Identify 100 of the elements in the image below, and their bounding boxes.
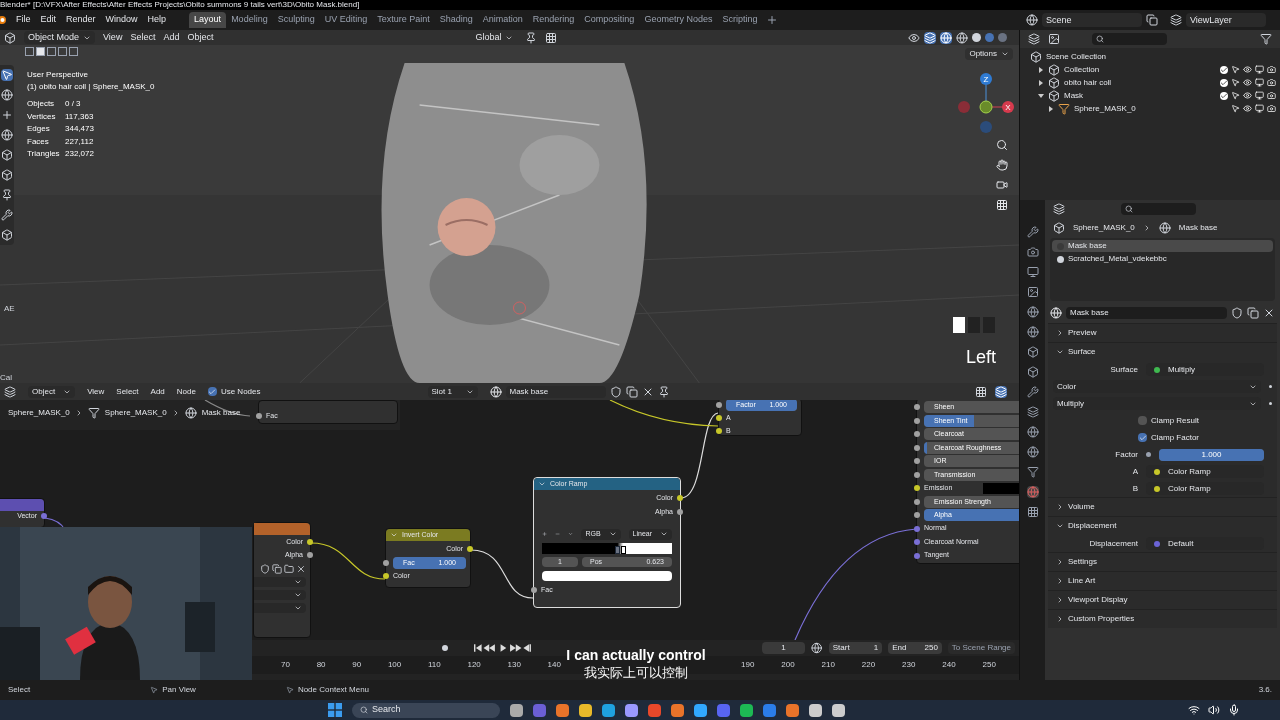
- outliner-item[interactable]: Scene Collection: [1046, 50, 1107, 63]
- workspace-tab[interactable]: Compositing: [579, 12, 640, 28]
- orientation-dropdown[interactable]: Global: [471, 30, 518, 45]
- app-icon[interactable]: [602, 703, 615, 717]
- visibility-icon[interactable]: [1243, 78, 1252, 87]
- app-icon[interactable]: [832, 703, 845, 717]
- select-tool-icon[interactable]: [1, 69, 13, 81]
- workspace-tab[interactable]: Animation: [477, 12, 528, 28]
- checkbox[interactable]: Clamp Factor: [1138, 431, 1199, 444]
- socket-field[interactable]: Color Ramp: [1146, 482, 1264, 495]
- workspace-tab[interactable]: Scripting: [717, 12, 763, 28]
- app-icon[interactable]: [556, 703, 569, 717]
- color-ramp[interactable]: [542, 542, 672, 554]
- collapse-arrow-icon[interactable]: [1038, 92, 1044, 99]
- app-icon[interactable]: [740, 703, 753, 717]
- workspace-tab[interactable]: UV Editing: [319, 12, 373, 28]
- expand-arrow-icon[interactable]: [1048, 105, 1054, 112]
- panel-header[interactable]: Settings: [1048, 553, 1277, 571]
- blender-logo-icon[interactable]: [0, 15, 7, 25]
- workspace-tab[interactable]: Shading: [434, 12, 478, 28]
- node-dropdown[interactable]: [254, 590, 306, 600]
- panel-header[interactable]: Displacement: [1048, 517, 1277, 535]
- socket-field[interactable]: Color Ramp: [1146, 465, 1264, 478]
- exclude-checkbox[interactable]: [1220, 91, 1228, 100]
- menu-item[interactable]: Select: [116, 385, 139, 398]
- socket-field[interactable]: Multiply: [1146, 363, 1264, 376]
- workspace-tab[interactable]: Modeling: [226, 12, 273, 28]
- render-toggle-icon[interactable]: [1267, 91, 1276, 100]
- solid-shading-icon[interactable]: [972, 33, 981, 42]
- grid-icon[interactable]: [545, 31, 558, 44]
- zoom-icon[interactable]: [996, 139, 1008, 151]
- visibility-icon[interactable]: [1243, 104, 1252, 113]
- app-icon[interactable]: [510, 703, 523, 717]
- dropdown[interactable]: Color: [1053, 380, 1261, 393]
- material-field[interactable]: Mask base: [505, 385, 606, 398]
- app-icon[interactable]: [694, 703, 707, 717]
- view-layer-field[interactable]: ViewLayer: [1186, 13, 1266, 27]
- expand-arrow-icon[interactable]: [1038, 66, 1044, 73]
- workspace-tab[interactable]: Layout: [189, 12, 227, 28]
- playback-controls-icon[interactable]: [473, 644, 531, 652]
- axis-gizmo-drawing[interactable]: Z X: [956, 69, 1016, 133]
- panel-header[interactable]: Surface: [1048, 343, 1277, 361]
- viewport-toggle-icon[interactable]: [1255, 65, 1264, 74]
- keyframe-icon[interactable]: [442, 645, 448, 651]
- outliner-item[interactable]: Collection: [1064, 63, 1100, 76]
- move-tool-icon[interactable]: [1, 109, 13, 121]
- material-shading-icon[interactable]: [985, 33, 994, 42]
- scene-range-button[interactable]: To Scene Range: [947, 642, 1015, 654]
- menu-item[interactable]: Help: [142, 13, 172, 27]
- pan-icon[interactable]: [996, 159, 1008, 171]
- render-toggle-icon[interactable]: [1267, 104, 1276, 113]
- outliner-item[interactable]: Mask: [1064, 89, 1084, 102]
- panel-header[interactable]: Custom Properties: [1048, 610, 1277, 628]
- search-field[interactable]: [1092, 33, 1167, 45]
- menu-item[interactable]: Select: [130, 30, 156, 45]
- workspace-tab[interactable]: Sculpting: [272, 12, 320, 28]
- factor-slider[interactable]: 1.000: [1159, 448, 1264, 461]
- stop-color-swatch[interactable]: [542, 570, 672, 581]
- checkbox[interactable]: Clamp Result: [1138, 414, 1199, 427]
- ramp-stop-handle[interactable]: [621, 545, 626, 554]
- ramp-stop-handle[interactable]: [615, 545, 621, 554]
- visibility-icon[interactable]: [908, 31, 920, 44]
- panel-header[interactable]: Preview: [1048, 324, 1277, 342]
- scene-field[interactable]: Scene: [1042, 13, 1142, 27]
- end-frame-field[interactable]: End 250: [888, 642, 942, 654]
- node-dropdown[interactable]: [254, 577, 306, 587]
- menu-item[interactable]: Window: [100, 13, 143, 27]
- menu-item[interactable]: View: [87, 385, 105, 398]
- menu-item[interactable]: File: [11, 13, 36, 27]
- material-field[interactable]: Mask base: [1066, 307, 1227, 319]
- viewport-toggle-icon[interactable]: [1255, 91, 1264, 100]
- menu-item[interactable]: Node: [176, 385, 196, 398]
- panel-header[interactable]: Viewport Display: [1048, 591, 1277, 609]
- app-icon[interactable]: [625, 703, 638, 717]
- camera-view-icon[interactable]: [996, 179, 1008, 191]
- app-icon[interactable]: [809, 703, 822, 717]
- exclude-checkbox[interactable]: [1220, 65, 1228, 74]
- menu-item[interactable]: Render: [61, 13, 101, 27]
- color-swatch[interactable]: [983, 482, 1019, 494]
- menu-item[interactable]: View: [103, 30, 123, 45]
- filter-icon[interactable]: [1260, 33, 1272, 45]
- workspace-tab[interactable]: Geometry Nodes: [639, 12, 718, 28]
- expand-arrow-icon[interactable]: [1038, 79, 1044, 86]
- view-layer-icon[interactable]: [1170, 14, 1182, 26]
- render-toggle-icon[interactable]: [1267, 78, 1276, 87]
- menu-item[interactable]: Add: [150, 385, 165, 398]
- slot-dropdown[interactable]: Slot 1: [427, 385, 478, 398]
- dropdown[interactable]: Multiply: [1053, 397, 1261, 410]
- app-icon[interactable]: [671, 703, 684, 717]
- menu-item[interactable]: Add: [163, 30, 180, 45]
- overlay-icon[interactable]: [995, 385, 1007, 398]
- add-stop-icon[interactable]: [542, 530, 548, 539]
- add-workspace-icon[interactable]: [766, 14, 779, 26]
- visibility-icon[interactable]: [1243, 91, 1252, 100]
- socket-field[interactable]: Default: [1146, 537, 1264, 550]
- view-filter-icon[interactable]: [1048, 33, 1060, 45]
- add-cube-tool-icon[interactable]: [1, 229, 13, 241]
- app-icon[interactable]: [786, 703, 799, 717]
- panel-header[interactable]: Volume: [1048, 498, 1277, 516]
- viewport-toggle-icon[interactable]: [1255, 78, 1264, 87]
